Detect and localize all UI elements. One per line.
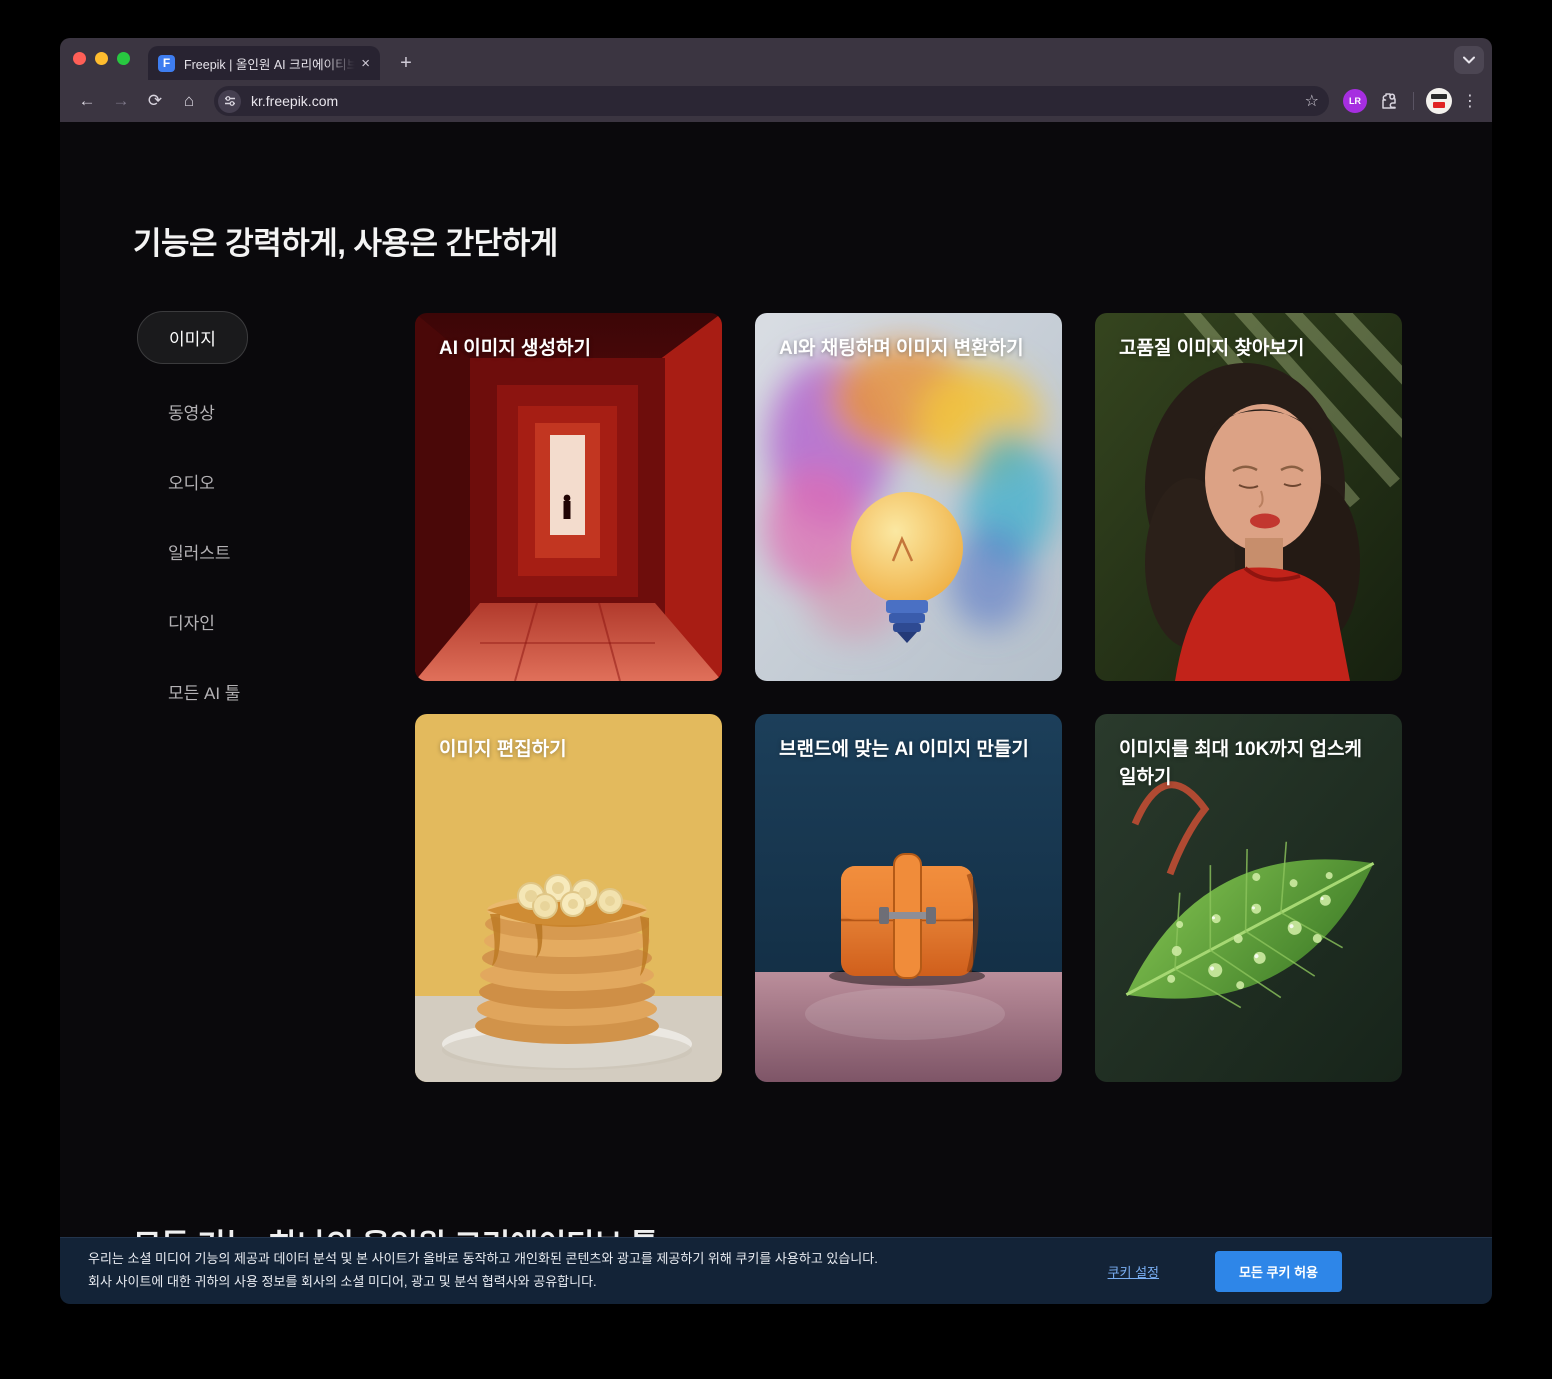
page-viewport: 기능은 강력하게, 사용은 간단하게 이미지 동영상 오디오 일러스트 디자인 …	[60, 122, 1492, 1304]
toolbar-divider	[1413, 92, 1414, 110]
card-edit-image[interactable]: 이미지 편집하기	[415, 714, 722, 1082]
card-title: AI와 채팅하며 이미지 변환하기	[755, 313, 1062, 363]
reload-icon[interactable]: ⟳	[140, 86, 170, 116]
card-title: 브랜드에 맞는 AI 이미지 만들기	[755, 714, 1062, 764]
tab-search-button[interactable]	[1454, 46, 1484, 74]
new-tab-button[interactable]: +	[392, 49, 420, 77]
cookie-message-line2: 회사 사이트에 대한 귀하의 사용 정보를 회사의 소셜 미디어, 광고 및 분…	[88, 1271, 1108, 1294]
tab-title: Freepik | 올인원 AI 크리에이티브	[184, 54, 355, 73]
close-window-button[interactable]	[73, 52, 86, 65]
browser-toolbar: ← → ⟳ ⌂ kr.freepik.com ☆ LR ⋮	[60, 80, 1492, 122]
sidebar-item-video[interactable]: 동영상	[168, 399, 215, 424]
tab-strip: F Freepik | 올인원 AI 크리에이티브 × +	[60, 38, 1492, 80]
chevron-down-icon	[1463, 56, 1475, 64]
card-title: 고품질 이미지 찾아보기	[1095, 313, 1402, 363]
browser-window: F Freepik | 올인원 AI 크리에이티브 × + ← → ⟳ ⌂	[60, 38, 1492, 1304]
sidebar-item-all-ai-tools[interactable]: 모든 AI 툴	[168, 679, 240, 704]
accept-all-cookies-button[interactable]: 모든 쿠키 허용	[1215, 1251, 1342, 1292]
minimize-window-button[interactable]	[95, 52, 108, 65]
bookmark-star-icon[interactable]: ☆	[1305, 91, 1319, 111]
pancakes-image	[415, 714, 722, 1082]
freepik-favicon-icon: F	[158, 55, 175, 72]
zoom-window-button[interactable]	[117, 52, 130, 65]
puzzle-icon	[1379, 92, 1397, 110]
section-title: 기능은 강력하게, 사용은 간단하게	[133, 218, 558, 263]
card-title: 이미지를 최대 10K까지 업스케일하기	[1095, 714, 1402, 791]
home-icon[interactable]: ⌂	[174, 86, 204, 116]
tune-icon	[224, 95, 236, 107]
cookie-message: 우리는 소셜 미디어 기능의 제공과 데이터 분석 및 본 사이트가 올바로 동…	[88, 1248, 1108, 1294]
menu-kebab-icon[interactable]: ⋮	[1458, 86, 1482, 116]
sidebar-item-images[interactable]: 이미지	[137, 311, 248, 364]
card-brand-ai-image[interactable]: 브랜드에 맞는 AI 이미지 만들기	[755, 714, 1062, 1082]
card-browse-quality-images[interactable]: 고품질 이미지 찾아보기	[1095, 313, 1402, 681]
extensions-puzzle-icon[interactable]	[1373, 86, 1403, 116]
category-nav: 이미지 동영상 오디오 일러스트 디자인 모든 AI 툴	[137, 311, 357, 364]
browser-tab[interactable]: F Freepik | 올인원 AI 크리에이티브 ×	[148, 46, 380, 80]
cookie-settings-link[interactable]: 쿠키 설정	[1108, 1262, 1159, 1281]
card-upscale-image[interactable]: 이미지를 최대 10K까지 업스케일하기	[1095, 714, 1402, 1082]
card-title: AI 이미지 생성하기	[415, 313, 722, 363]
card-chat-transform-image[interactable]: AI와 채팅하며 이미지 변환하기	[755, 313, 1062, 681]
woman-portrait-image	[1095, 313, 1402, 681]
card-generate-ai-image[interactable]: AI 이미지 생성하기	[415, 313, 722, 681]
tab-close-icon[interactable]: ×	[361, 55, 370, 72]
cookie-banner: 우리는 소셜 미디어 기능의 제공과 데이터 분석 및 본 사이트가 올바로 동…	[60, 1237, 1492, 1304]
site-settings-icon[interactable]	[218, 90, 241, 113]
url-text[interactable]: kr.freepik.com	[251, 93, 1305, 109]
red-corridor-image	[415, 313, 722, 681]
sidebar-item-design[interactable]: 디자인	[168, 609, 215, 634]
cookie-message-line1: 우리는 소셜 미디어 기능의 제공과 데이터 분석 및 본 사이트가 올바로 동…	[88, 1248, 1108, 1271]
back-icon[interactable]: ←	[72, 86, 102, 116]
profile-avatar[interactable]	[1426, 88, 1452, 114]
colorful-lightbulb-image	[755, 313, 1062, 681]
forward-icon[interactable]: →	[106, 86, 136, 116]
orange-handbag-image	[755, 714, 1062, 1082]
sidebar-item-illustration[interactable]: 일러스트	[168, 539, 231, 564]
lr-extension-icon[interactable]: LR	[1343, 89, 1367, 113]
address-bar[interactable]: kr.freepik.com ☆	[214, 86, 1329, 116]
sidebar-item-audio[interactable]: 오디오	[168, 469, 215, 494]
card-title: 이미지 편집하기	[415, 714, 722, 764]
